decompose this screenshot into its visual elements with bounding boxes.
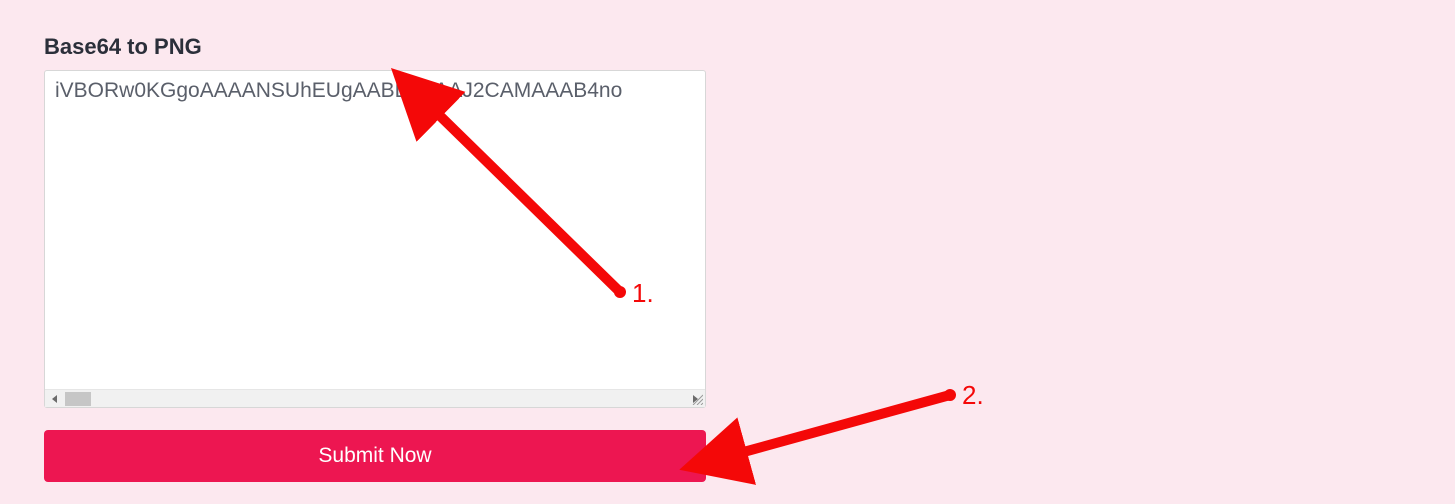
scroll-left-icon[interactable] bbox=[47, 392, 63, 406]
page-title: Base64 to PNG bbox=[44, 34, 706, 60]
base64-input[interactable]: iVBORw0KGgoAAAANSUhEUgAABLAAAAJ2CAMAAAB4… bbox=[44, 70, 706, 408]
tool-panel: Base64 to PNG iVBORw0KGgoAAAANSUhEUgAABL… bbox=[44, 34, 706, 482]
scroll-track[interactable] bbox=[65, 392, 685, 406]
submit-button[interactable]: Submit Now bbox=[44, 430, 706, 482]
scroll-thumb[interactable] bbox=[65, 392, 91, 406]
submit-button-label: Submit Now bbox=[318, 444, 431, 468]
annotation-label-2: 2. bbox=[962, 380, 984, 410]
base64-input-content[interactable]: iVBORw0KGgoAAAANSUhEUgAABLAAAAJ2CAMAAAB4… bbox=[45, 71, 705, 389]
resize-handle-icon[interactable] bbox=[689, 391, 703, 405]
horizontal-scrollbar[interactable] bbox=[45, 389, 705, 407]
